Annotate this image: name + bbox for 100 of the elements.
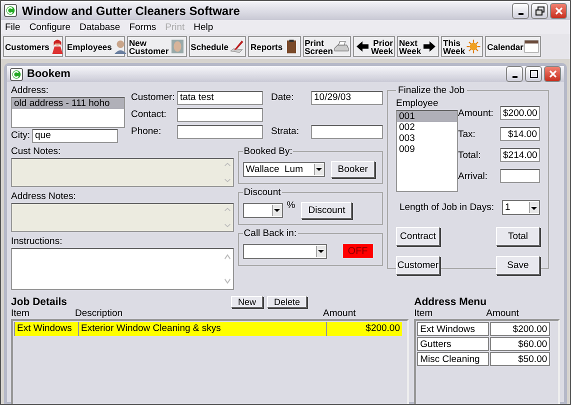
text-field[interactable]	[311, 124, 383, 138]
grid-button[interactable]: New	[231, 296, 264, 308]
minimize-icon	[512, 76, 518, 78]
amount-field[interactable]: $214.00	[500, 148, 540, 162]
employee-item[interactable]: 003	[397, 133, 457, 144]
group-label: Booked By:	[242, 146, 294, 157]
column-header: Amount	[486, 308, 520, 319]
toolbar-button[interactable]: Prior Week	[352, 36, 395, 57]
form-icon	[10, 68, 23, 80]
table-cell: Exterior Window Cleaning & skys	[78, 322, 326, 336]
minimize-icon	[518, 12, 524, 14]
toolbar-button[interactable]: Print Screen	[302, 36, 351, 57]
section-title: Job Details	[11, 296, 68, 308]
table-cell: $200.00	[490, 322, 550, 336]
toolbar-button[interactable]: Calendar	[485, 36, 542, 57]
text-field[interactable]	[177, 108, 263, 122]
amount-label: Arrival:	[458, 170, 488, 182]
toolbar-button[interactable]: Employees	[65, 36, 125, 57]
scrollbar-icon	[222, 160, 232, 185]
menu-item[interactable]: Database	[80, 22, 120, 32]
employee-label: Employee	[396, 98, 440, 109]
caret-icon	[314, 165, 323, 173]
notes-label: Address Notes:	[11, 191, 77, 202]
table-cell: Ext Windows	[14, 322, 78, 336]
text-field[interactable]: 10/29/03	[311, 90, 383, 104]
call-back-dropdown[interactable]	[242, 244, 327, 258]
caret-icon	[272, 206, 281, 214]
notes-label: Instructions:	[11, 236, 64, 247]
amount-field[interactable]: $200.00	[500, 106, 540, 120]
notes-label: Cust Notes:	[11, 146, 62, 157]
app-icon	[4, 4, 17, 17]
menu-item[interactable]: Help	[194, 22, 214, 32]
menu-item[interactable]: Forms	[129, 22, 156, 32]
caret-icon	[316, 247, 325, 255]
grid-button[interactable]: Delete	[267, 296, 308, 308]
action-button[interactable]: Save	[496, 256, 540, 275]
length-dropdown[interactable]: 1	[502, 200, 540, 215]
action-button[interactable]: Total	[496, 227, 540, 246]
minimize-button[interactable]	[512, 2, 529, 18]
window-title: Window and Gutter Cleaners Software	[22, 4, 241, 18]
field-label: Date:	[271, 92, 295, 103]
address-item[interactable]: old address - 111 hoho	[12, 98, 124, 109]
calendar-icon	[524, 39, 540, 54]
length-label: Length of Job in Days:	[399, 202, 494, 213]
amount-field[interactable]	[500, 169, 540, 183]
field-label: Strata:	[271, 126, 300, 137]
restore-button[interactable]	[531, 2, 548, 18]
printer-icon	[334, 39, 349, 54]
field-label: Contact:	[131, 109, 168, 120]
employee-list[interactable]: 001 002 003 009	[396, 110, 458, 192]
table-cell: Ext Windows	[417, 322, 490, 336]
discount-button[interactable]: Discount	[301, 202, 352, 218]
text-field[interactable]: tata test	[177, 90, 263, 104]
close-icon	[548, 69, 558, 79]
table-cell: Gutters	[417, 337, 490, 351]
form-title: Bookem	[27, 68, 72, 80]
close-icon	[554, 6, 564, 16]
toolbar-button[interactable]: Schedule	[188, 36, 246, 57]
restore-icon	[534, 6, 544, 16]
discount-dropdown[interactable]	[242, 202, 283, 218]
maximize-button[interactable]	[525, 66, 542, 82]
toolbar-button[interactable]: New Customer	[127, 36, 187, 57]
job-row[interactable]: Ext Windows Exterior Window Cleaning & skys $200.00	[14, 322, 406, 336]
employee-item[interactable]: 001	[397, 111, 457, 122]
employee-item[interactable]: 002	[397, 122, 457, 133]
table-cell: $60.00	[490, 337, 550, 351]
close-button[interactable]	[544, 66, 561, 82]
city-field[interactable]: que	[32, 128, 118, 143]
scrollbar-icon	[222, 205, 232, 230]
action-button[interactable]: Customer	[396, 256, 440, 275]
amount-field[interactable]: $14.00	[500, 127, 540, 141]
toolbar-button[interactable]: Customers	[3, 36, 63, 57]
amount-label: Total:	[458, 150, 481, 160]
text-field[interactable]	[177, 124, 263, 138]
column-header: Item	[414, 308, 434, 319]
employee-item[interactable]: 009	[397, 144, 457, 155]
booker-dropdown[interactable]: Wallace Lum	[242, 162, 325, 176]
action-button[interactable]: Contract	[396, 227, 440, 246]
toolbar-button[interactable]: Reports	[248, 36, 301, 57]
minimize-button[interactable]	[506, 66, 523, 82]
column-header: Item	[11, 308, 30, 319]
notes-area[interactable]	[11, 248, 234, 290]
section-title: Address Menu	[414, 296, 486, 308]
maximize-icon	[528, 69, 538, 79]
booker-button[interactable]: Booker	[330, 160, 375, 178]
field-label: Phone:	[131, 126, 162, 137]
menu-item[interactable]: Configure	[29, 22, 71, 32]
city-label: City:	[11, 130, 30, 142]
close-button[interactable]	[550, 2, 567, 18]
toolbar-button[interactable]: Next Week	[397, 36, 440, 57]
group-label: Finalize the Job	[397, 85, 466, 96]
group-label: Call Back in:	[242, 228, 298, 239]
menu-item[interactable]: File	[5, 22, 20, 32]
woman-icon	[50, 39, 66, 54]
portrait-icon	[170, 39, 185, 54]
right-arrow-icon	[422, 39, 438, 54]
address-list[interactable]: old address - 111 hoho	[11, 97, 125, 128]
toolbar-button[interactable]: This Week	[441, 36, 484, 57]
sun-icon	[466, 39, 482, 54]
group-label: Discount	[242, 187, 282, 198]
